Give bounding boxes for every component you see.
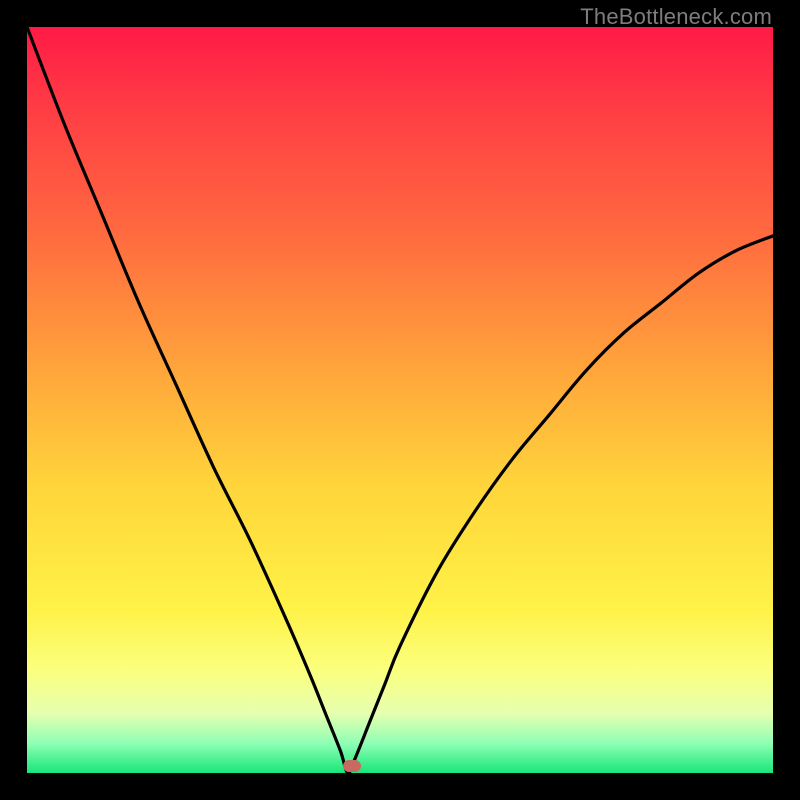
chart-frame: TheBottleneck.com [0, 0, 800, 800]
optimal-marker [343, 760, 361, 772]
chart-plot-area [27, 27, 773, 773]
bottleneck-curve [27, 27, 773, 773]
watermark-text: TheBottleneck.com [580, 4, 772, 30]
